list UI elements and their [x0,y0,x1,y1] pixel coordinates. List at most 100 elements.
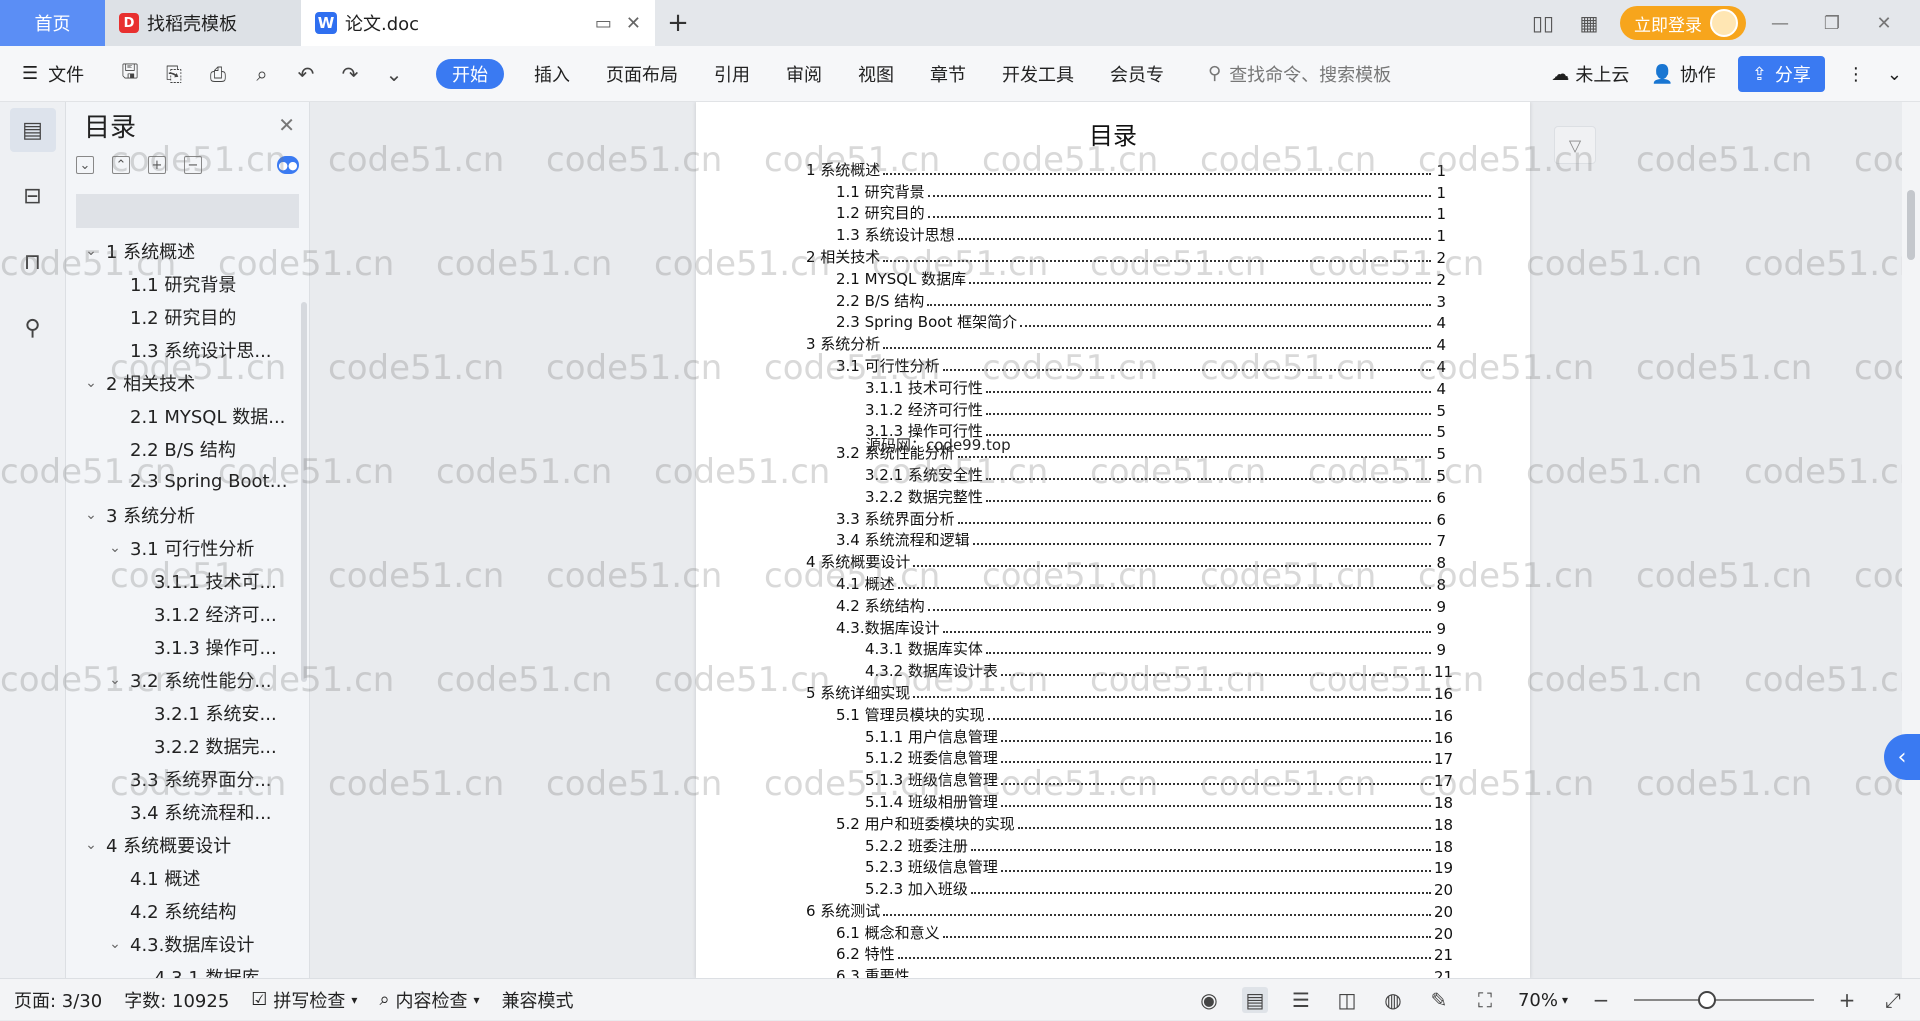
filter-float-icon[interactable]: ▽ [1554,126,1596,164]
scroll-thumb[interactable] [1907,190,1915,260]
toc-line[interactable]: 3.1 可行性分析 4 [806,354,1446,376]
toc-line[interactable]: 4 系统概要设计 8 [806,550,1446,572]
toc-item[interactable]: ⌄ 2 相关技术 [66,366,309,399]
toc-line[interactable]: 1.3 系统设计思想 1 [806,223,1446,245]
toc-item[interactable]: 3.1.2 经济可... [66,597,309,630]
cloud-status[interactable]: ☁ 未上云 [1551,61,1629,87]
toc-item[interactable]: 3.3 系统界面分... [66,762,309,795]
toc-line[interactable]: 5.2 用户和班委模块的实现 18 [806,812,1453,834]
write-mode-icon[interactable]: ✎ [1426,987,1452,1013]
chevron-down-icon[interactable]: ⌄ [82,837,100,853]
apps-grid-icon[interactable]: ▦ [1574,11,1604,35]
reading-layout-icon[interactable]: ▯▯ [1528,11,1558,35]
zoom-level[interactable]: 70% ▾ [1518,990,1568,1011]
restore-icon[interactable]: ❐ [1814,13,1850,34]
document-page[interactable]: 目录 1 系统概述 1 1.1 研究背景 1 1.2 研究目的 1 1.3 系统设计思想 1 2… [696,102,1530,978]
tab-home[interactable]: 首页 [0,0,105,46]
toc-item[interactable]: 2.3 Spring Boot ... [66,465,309,498]
toc-line[interactable]: 5.1.3 班级信息管理 17 [806,768,1453,790]
toc-line[interactable]: 5.2.2 班委注册 18 [806,834,1453,856]
toc-line[interactable]: 2 相关技术 2 [806,245,1446,267]
export-icon[interactable]: ⎘ [162,62,186,86]
expand-all-icon[interactable]: ⌄ [76,156,94,174]
tab-review[interactable]: 审阅 [768,61,840,87]
command-search[interactable]: ⚲ 查找命令、搜索模板 [1208,46,1391,102]
toc-line[interactable]: 2.3 Spring Boot 框架简介 4 [806,311,1446,332]
save-icon[interactable]: 🖫 [118,59,142,86]
toc-item[interactable]: 3.1.3 操作可... [66,630,309,663]
toc-line[interactable]: 5.1 管理员模块的实现 16 [806,703,1453,725]
add-heading-icon[interactable]: + [148,156,166,174]
toc-item[interactable]: 3.4 系统流程和... [66,795,309,828]
web-view-icon[interactable]: ◍ [1380,987,1406,1013]
toc-item[interactable]: ⌄ 4.3.数据库设计 [66,927,309,960]
word-count[interactable]: 字数: 10925 [124,987,229,1013]
minimize-icon[interactable]: — [1762,13,1798,34]
chevron-down-icon[interactable]: ⌄ [82,243,100,259]
toc-search-box[interactable] [76,194,299,228]
page-view-icon[interactable]: ▤ [1241,987,1268,1013]
collapse-ribbon-icon[interactable]: ⌄ [1887,64,1902,85]
remove-heading-icon[interactable]: − [184,156,202,174]
print-icon[interactable]: ⎙ [206,62,230,86]
toc-scrollbar[interactable] [301,302,307,682]
tab-daoke-templates[interactable]: D 找稻壳模板 [105,0,301,46]
login-button[interactable]: 立即登录 [1620,6,1746,40]
toc-line[interactable]: 4.3.数据库设计 9 [806,616,1446,638]
zoom-out-icon[interactable]: − [1588,987,1614,1013]
toc-item[interactable]: 2.2 B/S 结构 [66,432,309,465]
toc-item[interactable]: ⌄ 3.1 可行性分析 [66,531,309,564]
toc-line[interactable]: 4.1 概述 8 [806,572,1446,594]
vertical-scrollbar[interactable] [1902,102,1920,978]
undo-icon[interactable]: ↶ [294,62,318,86]
outline-view-icon[interactable]: ☰ [1288,987,1314,1013]
toc-item[interactable]: 4.2 系统结构 [66,894,309,927]
toc-item[interactable]: 3.1.1 技术可... [66,564,309,597]
tab-view[interactable]: 视图 [840,61,912,87]
toc-line[interactable]: 6 系统测试 20 [806,899,1453,921]
pin-window-icon[interactable]: ▭ [595,13,612,34]
toc-line[interactable]: 5 系统详细实现 16 [806,681,1453,703]
toc-line[interactable]: 3.2.2 数据完整性 6 [806,485,1446,507]
toc-line[interactable]: 6.3 重要性 21 [806,964,1453,978]
toc-line[interactable]: 4.2 系统结构 9 [806,594,1446,616]
toc-line[interactable]: 1.2 研究目的 1 [806,202,1446,223]
page-count[interactable]: 页面: 3/30 [14,987,102,1013]
tab-page-layout[interactable]: 页面布局 [588,61,696,87]
zoom-slider-knob[interactable] [1698,991,1716,1009]
chevron-down-icon[interactable]: ⌄ [82,375,100,391]
chevron-down-icon[interactable]: ⌄ [106,540,124,556]
toc-line[interactable]: 2.2 B/S 结构 3 [806,289,1446,311]
zoom-slider[interactable] [1634,991,1814,1009]
toc-item[interactable]: ⌄ 3.2 系统性能分... [66,663,309,696]
toc-line[interactable]: 3.3 系统界面分析 6 [806,507,1446,529]
toc-line[interactable]: 3 系统分析 4 [806,332,1446,354]
tab-references[interactable]: 引用 [696,61,768,87]
find-icon[interactable]: ⚲ [10,306,56,350]
toc-line[interactable]: 5.2.3 加入班级 20 [806,877,1453,899]
more-chevron-down-icon[interactable]: ⌄ [382,62,406,86]
redo-icon[interactable]: ↷ [338,62,362,86]
toc-item[interactable]: 1.1 研究背景 [66,267,309,300]
tab-section[interactable]: 章节 [912,61,984,87]
toc-line[interactable]: 1.1 研究背景 1 [806,180,1446,202]
toc-line[interactable]: 5.1.1 用户信息管理 16 [806,725,1453,747]
navigation-icon[interactable]: ⊟ [10,174,56,218]
chevron-down-icon[interactable]: ⌄ [106,672,124,688]
toc-item[interactable]: 2.1 MYSQL 数据... [66,399,309,432]
toc-item[interactable]: 3.2.1 系统安... [66,696,309,729]
toc-item[interactable]: 3.2.2 数据完... [66,729,309,762]
share-button[interactable]: ⇪ 分享 [1737,56,1825,92]
eye-protection-icon[interactable]: ◉ [1196,987,1222,1013]
zoom-in-icon[interactable]: + [1834,987,1860,1013]
toc-panel-icon[interactable]: ▤ [9,108,56,152]
toc-item[interactable]: 1.2 研究目的 [66,300,309,333]
close-icon[interactable]: ✕ [278,113,295,137]
toc-item[interactable]: ⌄ 3 系统分析 [66,498,309,531]
toc-line[interactable]: 5.1.2 班委信息管理 17 [806,747,1453,768]
chevron-down-icon[interactable]: ⌄ [106,936,124,952]
toc-item[interactable]: 4.1 概述 [66,861,309,894]
toc-line[interactable]: 3.1.2 经济可行性 5 [806,398,1446,420]
toc-line[interactable]: 5.2.3 班级信息管理 19 [806,856,1453,877]
reading-view-icon[interactable]: ◫ [1334,987,1360,1013]
